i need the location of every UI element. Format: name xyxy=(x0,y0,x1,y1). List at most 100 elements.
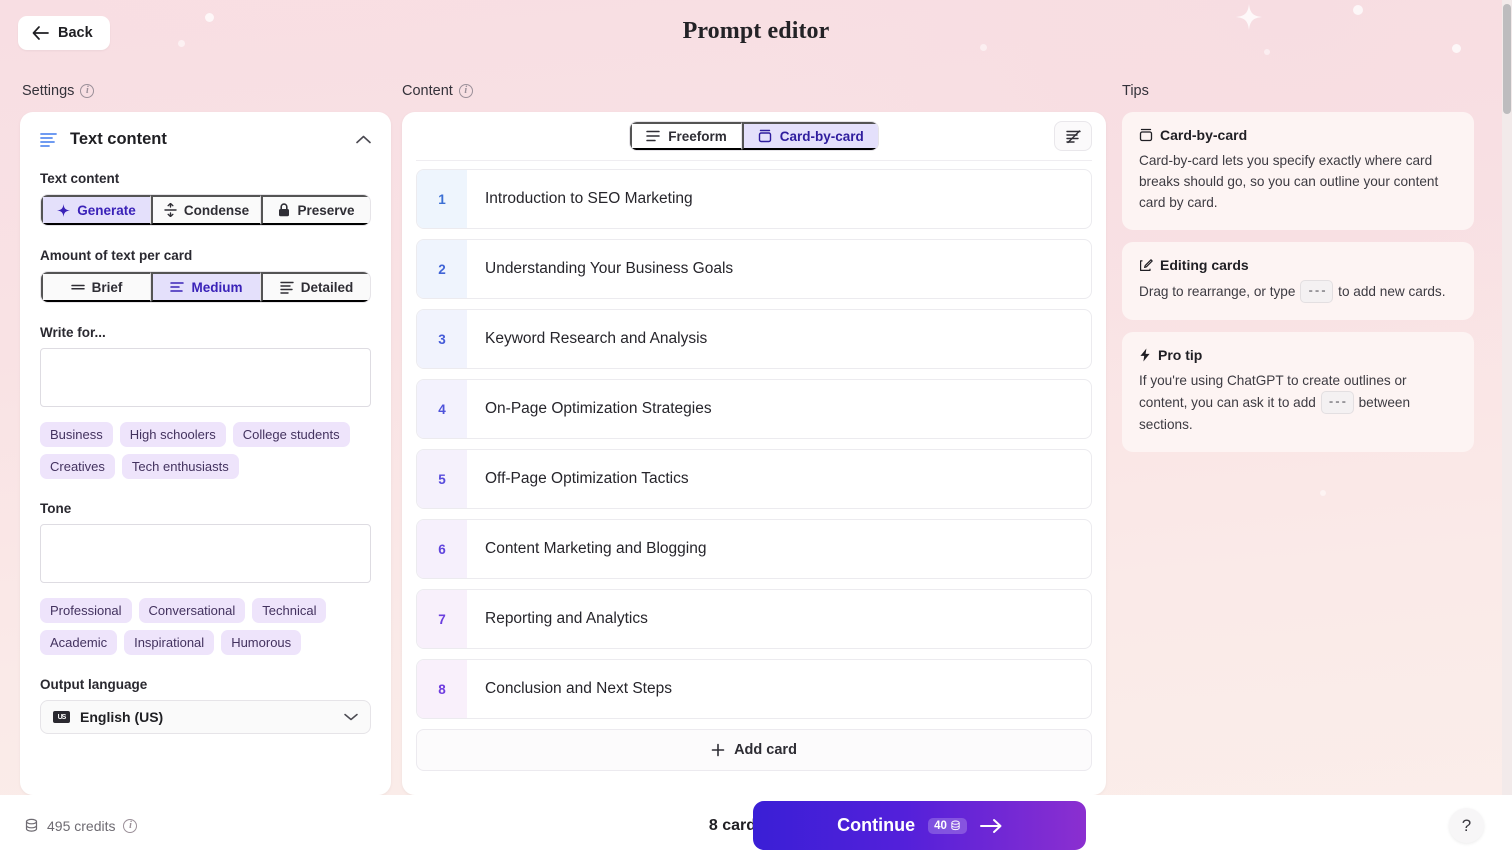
table-row[interactable]: 7 Reporting and Analytics xyxy=(416,589,1092,649)
text-content-segmented-control: Generate Condense Preserve xyxy=(40,194,371,226)
output-language-select[interactable]: US English (US) xyxy=(40,700,371,734)
content-panel: Freeform Card-by-card 1 Introduction to … xyxy=(402,112,1106,795)
info-icon[interactable]: i xyxy=(458,84,473,98)
table-row[interactable]: 8 Conclusion and Next Steps xyxy=(416,659,1092,719)
bolt-icon xyxy=(1139,348,1151,362)
flag-icon: US xyxy=(53,711,70,723)
card-number: 4 xyxy=(417,380,467,438)
continue-label: Continue xyxy=(837,815,916,835)
option-label: Generate xyxy=(77,202,136,218)
tip-text-after: to add new cards. xyxy=(1334,284,1446,299)
card-text[interactable]: Conclusion and Next Steps xyxy=(467,660,1091,718)
lines-brief-icon xyxy=(70,282,85,292)
table-row[interactable]: 6 Content Marketing and Blogging xyxy=(416,519,1092,579)
tip-text-before: Drag to rearrange, or type xyxy=(1139,284,1300,299)
chip-high-schoolers[interactable]: High schoolers xyxy=(119,422,226,447)
condense-icon xyxy=(164,203,177,217)
table-row[interactable]: 1 Introduction to SEO Marketing xyxy=(416,169,1092,229)
content-toolbar: Freeform Card-by-card xyxy=(416,112,1092,161)
text-content-section-header[interactable]: Text content xyxy=(20,112,391,149)
chip-academic[interactable]: Academic xyxy=(40,630,118,655)
table-row[interactable]: 5 Off-Page Optimization Tactics xyxy=(416,449,1092,509)
plus-icon xyxy=(711,743,725,757)
card-text[interactable]: On-Page Optimization Strategies xyxy=(467,380,1091,438)
amount-segmented-control: Brief Medium Detailed xyxy=(40,271,371,303)
tips-panel: Card-by-card Card-by-card lets you speci… xyxy=(1122,112,1474,464)
chevron-down-icon xyxy=(344,713,358,721)
write-for-input[interactable] xyxy=(40,348,371,407)
chevron-up-icon[interactable] xyxy=(356,135,371,144)
tip-title: Editing cards xyxy=(1160,257,1249,273)
text-lines-icon xyxy=(40,132,58,148)
content-mode-freeform[interactable]: Freeform xyxy=(630,122,742,150)
card-text[interactable]: Off-Page Optimization Tactics xyxy=(467,450,1091,508)
mode-label: Card-by-card xyxy=(779,128,864,144)
chip-college-students[interactable]: College students xyxy=(232,422,350,447)
lock-icon xyxy=(278,203,290,217)
amount-option-brief[interactable]: Brief xyxy=(41,272,151,302)
collapse-all-button[interactable] xyxy=(1054,121,1092,151)
content-column-label: Content i xyxy=(402,83,473,99)
output-language-label: Output language xyxy=(40,677,148,692)
text-content-option-condense[interactable]: Condense xyxy=(151,195,261,225)
text-content-option-generate[interactable]: Generate xyxy=(41,195,151,225)
tip-text: Card-by-card lets you specify exactly wh… xyxy=(1139,153,1439,210)
section-title: Text content xyxy=(70,130,167,148)
credits-indicator: 495 credits i xyxy=(24,818,138,834)
card-number: 8 xyxy=(417,660,467,718)
pencil-edit-icon xyxy=(1139,258,1153,272)
page-scrollbar[interactable] xyxy=(1502,0,1512,795)
chip-business[interactable]: Business xyxy=(40,422,113,447)
continue-button[interactable]: Continue 40 xyxy=(753,801,1086,850)
card-number: 5 xyxy=(417,450,467,508)
card-text[interactable]: Content Marketing and Blogging xyxy=(467,520,1091,578)
tip-pro-tip: Pro tip If you're using ChatGPT to creat… xyxy=(1122,332,1474,452)
table-row[interactable]: 2 Understanding Your Business Goals xyxy=(416,239,1092,299)
amount-option-detailed[interactable]: Detailed xyxy=(261,272,370,302)
chip-inspirational[interactable]: Inspirational xyxy=(124,630,215,655)
card-stack-icon xyxy=(1139,128,1153,142)
chip-conversational[interactable]: Conversational xyxy=(138,598,246,623)
tips-column-label: Tips xyxy=(1122,83,1149,99)
write-for-chip-list: Business High schoolers College students… xyxy=(40,422,371,479)
table-row[interactable]: 3 Keyword Research and Analysis xyxy=(416,309,1092,369)
option-label: Preserve xyxy=(297,202,355,218)
tip-header: Editing cards xyxy=(1139,257,1457,273)
settings-column-label: Settings i xyxy=(22,83,95,99)
chip-humorous[interactable]: Humorous xyxy=(221,630,302,655)
continue-cost-badge: 40 xyxy=(928,817,967,834)
add-card-button[interactable]: Add card xyxy=(416,729,1092,771)
amount-option-medium[interactable]: Medium xyxy=(151,272,261,302)
chip-professional[interactable]: Professional xyxy=(40,598,132,623)
tip-title: Pro tip xyxy=(1158,347,1203,363)
info-icon[interactable]: i xyxy=(123,818,138,833)
page-scrollbar-thumb[interactable] xyxy=(1503,4,1511,114)
chip-tech-enthusiasts[interactable]: Tech enthusiasts xyxy=(121,454,239,479)
dot-decoration xyxy=(1264,49,1270,55)
text-content-option-preserve[interactable]: Preserve xyxy=(261,195,370,225)
help-button[interactable]: ? xyxy=(1449,808,1484,843)
card-number: 3 xyxy=(417,310,467,368)
table-row[interactable]: 4 On-Page Optimization Strategies xyxy=(416,379,1092,439)
tip-header: Card-by-card xyxy=(1139,127,1457,143)
settings-panel: Text content Text content Generate Conde… xyxy=(20,112,391,795)
mode-label: Freeform xyxy=(668,128,727,144)
dot-decoration xyxy=(1320,490,1326,496)
lines-medium-icon xyxy=(170,281,185,293)
card-number: 6 xyxy=(417,520,467,578)
card-text[interactable]: Reporting and Analytics xyxy=(467,590,1091,648)
sparkle-icon xyxy=(57,203,71,217)
tone-input[interactable] xyxy=(40,524,371,583)
content-mode-card-by-card[interactable]: Card-by-card xyxy=(741,122,878,150)
cards-list: 1 Introduction to SEO Marketing 2 Unders… xyxy=(402,161,1106,785)
card-text[interactable]: Introduction to SEO Marketing xyxy=(467,170,1091,228)
lines-detailed-icon xyxy=(280,281,294,294)
card-stack-icon xyxy=(758,129,772,143)
chip-creatives[interactable]: Creatives xyxy=(40,454,115,479)
card-number: 7 xyxy=(417,590,467,648)
card-text[interactable]: Keyword Research and Analysis xyxy=(467,310,1091,368)
info-icon[interactable]: i xyxy=(80,84,95,98)
chip-technical[interactable]: Technical xyxy=(252,598,327,623)
card-text[interactable]: Understanding Your Business Goals xyxy=(467,240,1091,298)
write-for-label: Write for... xyxy=(40,325,106,340)
